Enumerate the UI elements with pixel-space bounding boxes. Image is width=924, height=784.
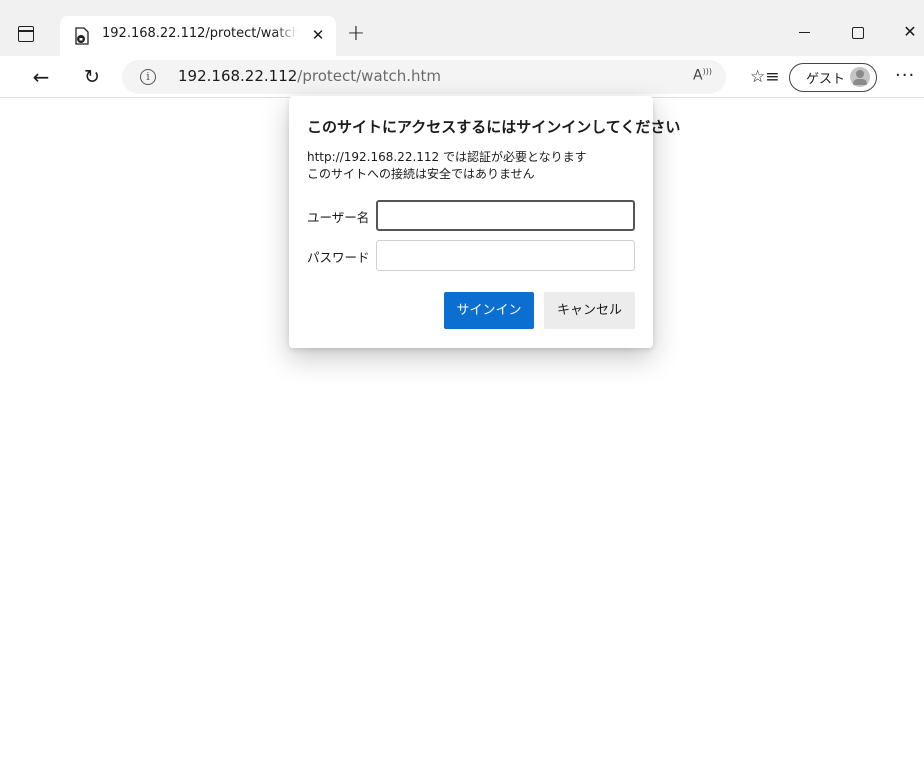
read-aloud-label: A	[693, 67, 703, 84]
maximize-button[interactable]	[845, 22, 869, 42]
username-field[interactable]	[376, 200, 635, 231]
close-window-button[interactable]: ✕	[898, 22, 922, 42]
url-path: /protect/watch.htm	[297, 67, 442, 85]
tab-actions-icon[interactable]	[18, 26, 34, 42]
close-icon[interactable]: ✕	[308, 25, 328, 45]
dialog-message-line2: このサイトへの接続は安全ではありません	[307, 167, 535, 181]
tab-title: 192.168.22.112/protect/watch.htm	[102, 26, 298, 41]
arrow-left-icon[interactable]: ←	[29, 66, 53, 88]
tab-strip: 192.168.22.112/protect/watch.htm ✕ + ✕	[0, 0, 924, 56]
read-aloud-icon[interactable]: A)))	[693, 67, 712, 84]
minimize-button[interactable]	[793, 22, 817, 42]
dialog-message-line1: http://192.168.22.112 では認証が必要となります	[307, 150, 587, 164]
refresh-icon[interactable]: ↻	[80, 66, 104, 88]
password-field[interactable]	[376, 240, 635, 271]
profile-button[interactable]: ゲスト	[789, 63, 877, 92]
sign-in-dialog: このサイトにアクセスするにはサインインしてください http://192.168…	[289, 96, 680, 348]
dialog-title: このサイトにアクセスするにはサインインしてください	[307, 118, 681, 136]
profile-label: ゲスト	[806, 72, 846, 87]
url-text[interactable]: 192.168.22.112/protect/watch.htm	[178, 67, 441, 85]
signin-button[interactable]: サインイン	[444, 292, 534, 329]
tab-active[interactable]: 192.168.22.112/protect/watch.htm ✕	[60, 16, 336, 56]
plus-icon[interactable]: +	[345, 23, 367, 45]
username-label: ユーザー名	[307, 210, 370, 225]
info-icon[interactable]: i	[140, 69, 156, 85]
more-icon[interactable]: ···	[895, 65, 915, 86]
address-bar[interactable]: i 192.168.22.112/protect/watch.htm A)))	[122, 60, 726, 94]
browser-toolbar: ← ↻ i 192.168.22.112/protect/watch.htm A…	[0, 56, 924, 98]
page-lock-icon	[75, 27, 89, 45]
favorites-icon[interactable]: ☆≡	[750, 66, 779, 88]
browser-window: 192.168.22.112/protect/watch.htm ✕ + ✕ ←…	[0, 0, 924, 784]
password-label: パスワード	[307, 250, 370, 265]
url-host: 192.168.22.112	[178, 67, 298, 85]
cancel-button[interactable]: キャンセル	[544, 292, 635, 329]
avatar-icon	[850, 67, 870, 87]
